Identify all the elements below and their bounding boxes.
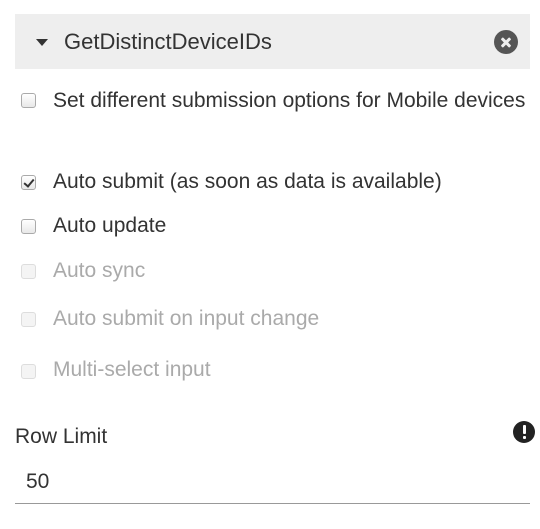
close-icon[interactable] xyxy=(494,30,518,54)
mobile-submission-label: Set different submission options for Mob… xyxy=(53,89,526,112)
caret-down-icon[interactable] xyxy=(36,39,48,46)
auto-submit-on-change-checkbox xyxy=(21,312,36,327)
multi-select-checkbox xyxy=(21,364,36,379)
auto-submit-checkbox[interactable] xyxy=(21,175,36,190)
auto-submit-on-change-label: Auto submit on input change xyxy=(53,307,320,330)
auto-update-checkbox[interactable] xyxy=(21,219,36,234)
auto-sync-label: Auto sync xyxy=(53,259,146,282)
info-icon[interactable] xyxy=(513,421,535,443)
panel-title: GetDistinctDeviceIDs xyxy=(64,29,272,54)
panel-header[interactable]: GetDistinctDeviceIDs xyxy=(15,14,530,69)
multi-select-label: Multi-select input xyxy=(53,358,211,381)
row-limit-input[interactable] xyxy=(15,460,530,504)
auto-sync-checkbox xyxy=(21,264,36,279)
widget-settings-panel: GetDistinctDeviceIDs Set different submi… xyxy=(0,0,540,529)
auto-update-label: Auto update xyxy=(53,214,167,237)
row-limit-label: Row Limit xyxy=(15,425,108,448)
auto-submit-label: Auto submit (as soon as data is availabl… xyxy=(53,170,442,193)
